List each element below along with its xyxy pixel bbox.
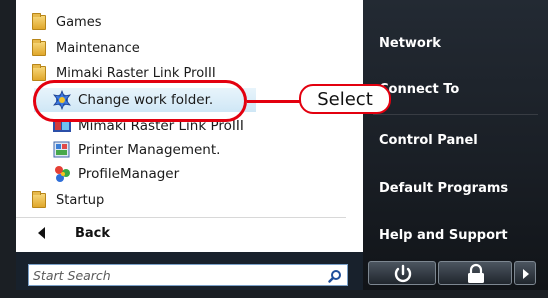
power-button[interactable]: [368, 261, 436, 285]
back-label: Back: [75, 225, 111, 241]
divider: [16, 217, 346, 218]
search-area: [16, 252, 363, 290]
folder-icon: [30, 38, 50, 58]
callout-bubble: Select: [299, 84, 391, 114]
folder-icon: [30, 12, 50, 32]
program-startup[interactable]: Startup: [16, 188, 363, 212]
right-pane: Network Connect To Control Panel Default…: [363, 0, 548, 290]
program-label: Games: [56, 14, 102, 30]
program-label: Maintenance: [56, 40, 140, 56]
more-options-button[interactable]: [514, 261, 536, 285]
right-item-network[interactable]: Network: [379, 36, 441, 51]
program-printer-management[interactable]: Printer Management.: [16, 138, 363, 162]
right-item-control-panel[interactable]: Control Panel: [379, 133, 478, 148]
profile-manager-icon: [52, 164, 72, 184]
power-icon: [394, 264, 412, 283]
right-item-help-support[interactable]: Help and Support: [379, 228, 508, 243]
right-item-connect-to[interactable]: Connect To: [379, 82, 459, 97]
callout-label: Select: [317, 88, 373, 110]
program-label: Startup: [56, 192, 105, 208]
lock-icon: [468, 263, 484, 283]
search-input[interactable]: [29, 265, 319, 285]
program-label: Printer Management.: [78, 142, 221, 158]
program-profile-manager[interactable]: ProfileManager: [16, 162, 363, 186]
window-edge-bottom: [0, 290, 548, 298]
right-item-default-programs[interactable]: Default Programs: [379, 181, 508, 196]
program-label: ProfileManager: [78, 166, 180, 182]
program-games[interactable]: Games: [16, 10, 363, 34]
back-button[interactable]: Back: [16, 220, 346, 246]
programs-list: Games Maintenance Mimaki Raster Link Pro…: [16, 0, 363, 252]
start-menu: Games Maintenance Mimaki Raster Link Pro…: [0, 0, 548, 298]
triangle-right-icon: [523, 269, 529, 279]
program-maintenance[interactable]: Maintenance: [16, 36, 363, 60]
back-arrow-icon: [38, 227, 45, 239]
printer-management-icon: [52, 140, 72, 160]
lock-button[interactable]: [438, 261, 512, 285]
folder-icon: [30, 190, 50, 210]
search-box[interactable]: [28, 264, 348, 286]
program-label: Mimaki Raster Link ProIII: [56, 65, 216, 81]
search-icon[interactable]: [328, 268, 342, 283]
right-divider: [373, 114, 538, 115]
callout-connector: [247, 100, 301, 103]
window-edge: [0, 0, 16, 298]
highlight-ring: [33, 80, 247, 122]
